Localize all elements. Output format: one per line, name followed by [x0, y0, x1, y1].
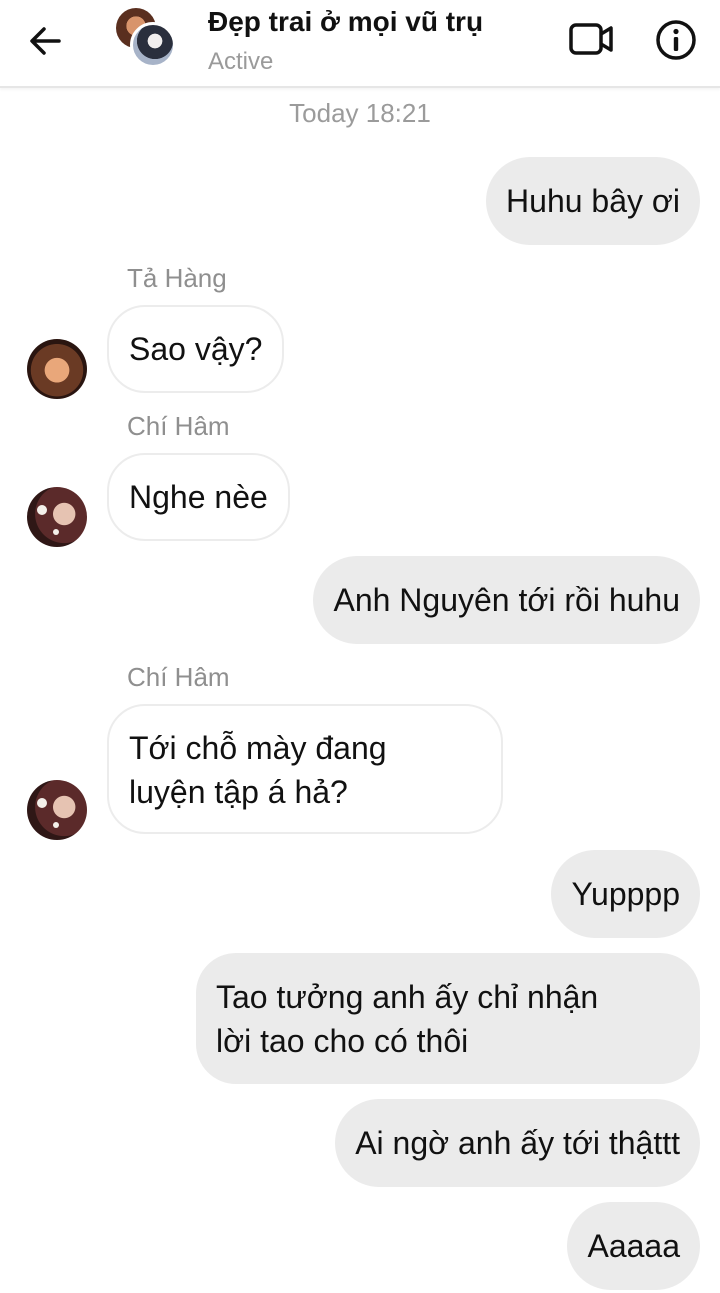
- sender-avatar[interactable]: [27, 780, 87, 840]
- active-status: Active: [208, 48, 274, 75]
- group-avatar[interactable]: [116, 8, 178, 70]
- video-call-button[interactable]: [566, 18, 616, 60]
- conversation-title[interactable]: Đẹp trai ở mọi vũ trụ: [208, 6, 483, 38]
- arrow-left-icon: [30, 27, 61, 55]
- outgoing-message-bubble[interactable]: Ai ngờ anh ấy tới thậttt: [335, 1099, 700, 1187]
- conversation-header: Đẹp trai ở mọi vũ trụ Active: [0, 0, 720, 88]
- video-camera-icon: [569, 23, 613, 55]
- sender-name: Chí Hâm: [127, 411, 230, 441]
- info-circle-icon: [656, 20, 696, 60]
- sender-name: Chí Hâm: [127, 662, 230, 692]
- outgoing-message-bubble[interactable]: Tao tưởng anh ấy chỉ nhận lời tao cho có…: [196, 953, 700, 1084]
- outgoing-message-bubble[interactable]: Yupppp: [551, 850, 700, 938]
- outgoing-message-bubble[interactable]: Anh Nguyên tới rồi huhu: [313, 556, 700, 644]
- group-avatar-member: [130, 22, 176, 68]
- incoming-message-bubble[interactable]: Nghe nèe: [107, 453, 290, 541]
- sender-name: Tả Hàng: [127, 263, 227, 293]
- sender-avatar[interactable]: [27, 487, 87, 547]
- incoming-message-bubble[interactable]: Sao vậy?: [107, 305, 285, 393]
- outgoing-message-bubble[interactable]: Huhu bây ơi: [486, 157, 700, 245]
- conversation-info-button[interactable]: [652, 16, 700, 64]
- incoming-message-bubble[interactable]: Tới chỗ mày đang luyện tập á hả?: [107, 704, 503, 834]
- back-button[interactable]: [22, 18, 68, 64]
- message-timestamp: Today 18:21: [289, 98, 431, 128]
- sender-avatar[interactable]: [27, 339, 87, 399]
- outgoing-message-bubble[interactable]: Aaaaa: [567, 1202, 700, 1290]
